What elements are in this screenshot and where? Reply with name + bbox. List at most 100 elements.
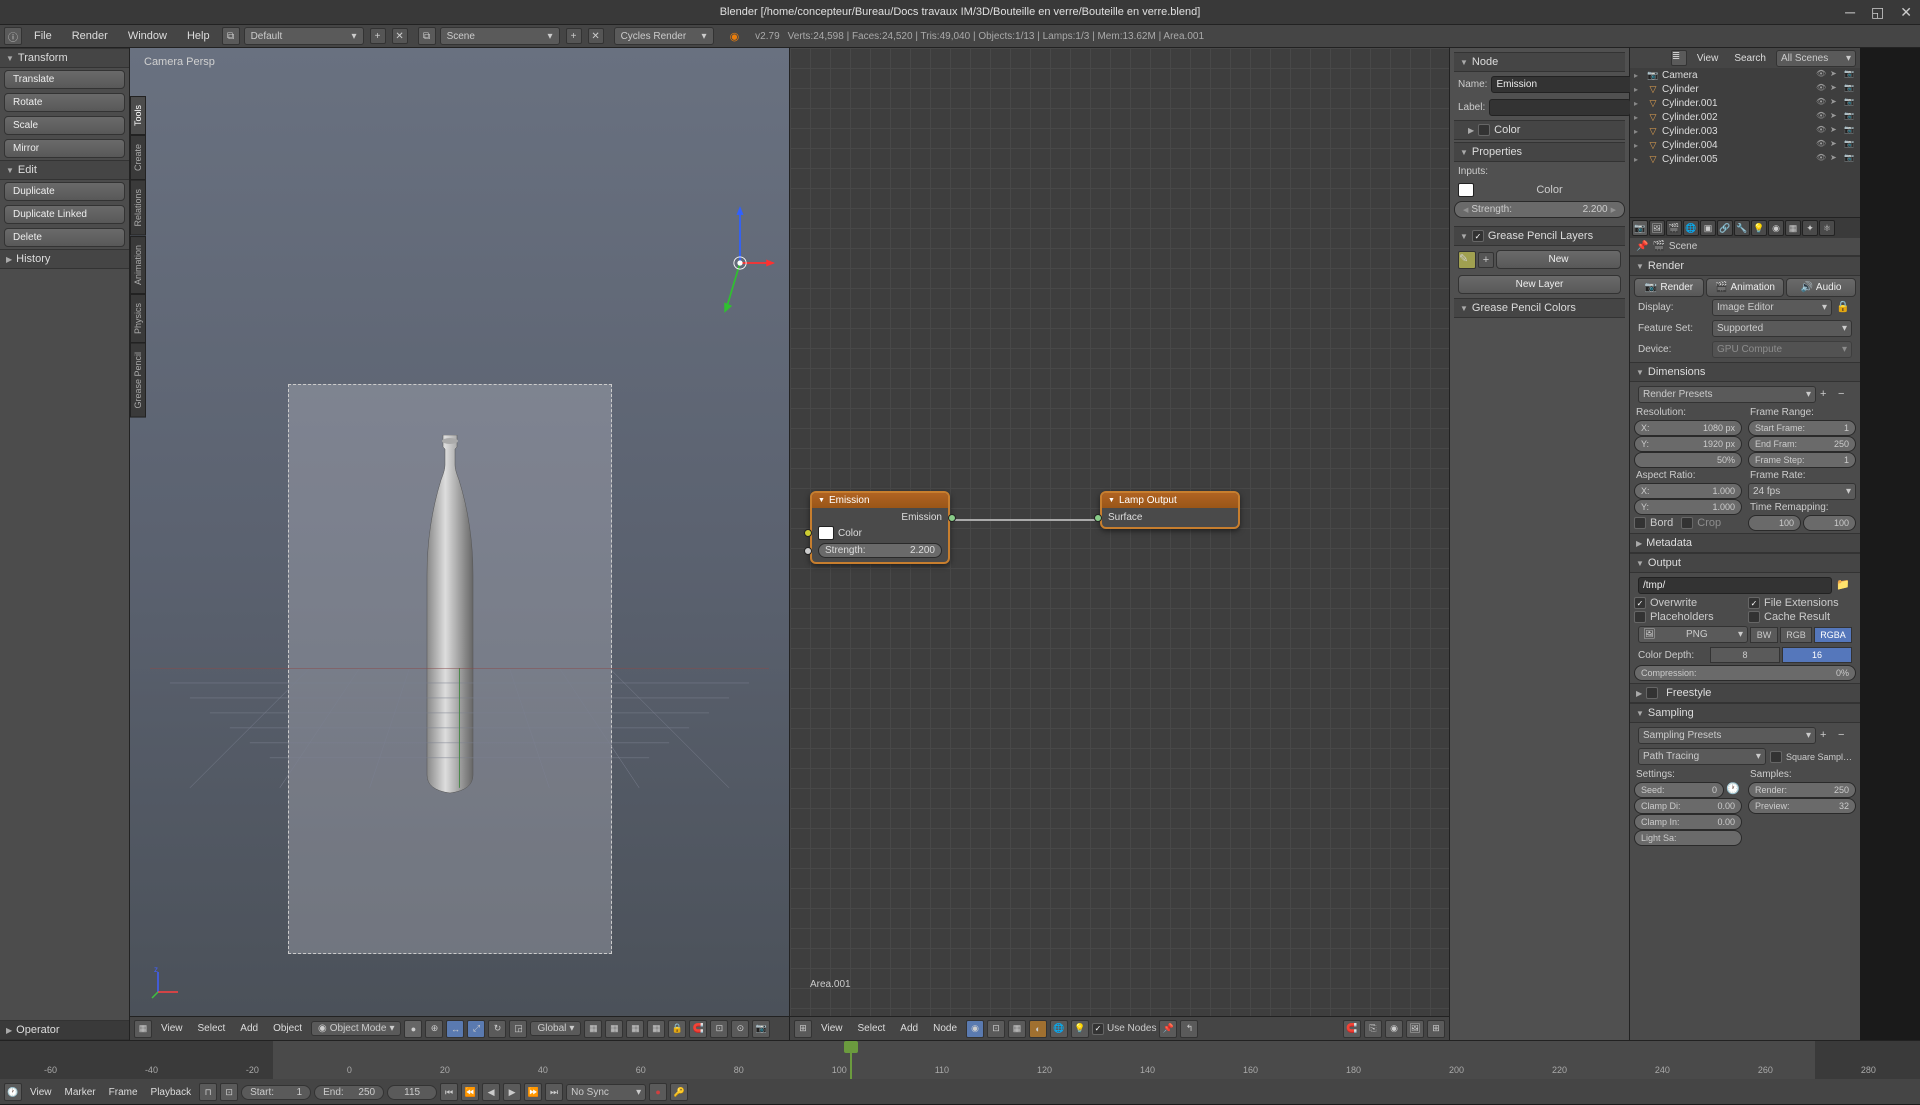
tl-menu-view[interactable]: View [25,1086,57,1099]
outliner-search-menu[interactable]: Search [1728,52,1772,65]
device-dropdown[interactable]: GPU Compute▾ [1712,341,1852,358]
tl-menu-marker[interactable]: Marker [60,1086,101,1099]
proportional-edit-icon[interactable]: ⊙ [731,1020,749,1038]
rgb-button[interactable]: RGB [1780,627,1812,643]
panel-properties[interactable]: Properties [1454,142,1625,162]
surface-input-socket[interactable] [1094,514,1102,522]
delete-layout-icon[interactable]: ✕ [392,28,408,44]
seed-clock-icon[interactable]: 🕐 [1726,782,1742,798]
panel-gp-colors[interactable]: Grease Pencil Colors [1454,298,1625,318]
tab-data-icon[interactable]: 💡 [1751,220,1767,236]
new-layer-button[interactable]: New Layer [1458,275,1621,294]
translate-button[interactable]: Translate [4,70,125,89]
duplicate-linked-button[interactable]: Duplicate Linked [4,205,125,224]
square-samples-checkbox[interactable] [1770,751,1782,763]
tab-object-icon[interactable]: ▣ [1700,220,1716,236]
add-preset-icon[interactable]: + [1820,388,1834,402]
world-data-icon[interactable]: 🌐 [1050,1020,1068,1038]
render-button[interactable]: 📷Render [1634,278,1704,297]
res-x-field[interactable]: X:1080 px [1634,420,1742,436]
node-label-input[interactable] [1489,99,1631,116]
panel-dimensions[interactable]: Dimensions [1630,362,1860,382]
auto-render-icon[interactable]: ◉ [1385,1020,1403,1038]
render-samples-field[interactable]: Render:250 [1748,782,1856,798]
layers-2-icon[interactable]: ▦ [605,1020,623,1038]
tab-tools[interactable]: Tools [130,96,146,135]
eye-icon[interactable]: 👁 [1816,125,1828,137]
eye-icon[interactable]: 👁 [1816,111,1828,123]
outliner-row[interactable]: ▸▽Cylinder.004👁➤📷 [1630,138,1860,152]
tab-render-layers-icon[interactable]: 🖼 [1649,220,1665,236]
new-gp-button[interactable]: New [1496,250,1621,269]
panel-output[interactable]: Output [1630,553,1860,573]
current-frame-field[interactable]: 115 [387,1085,437,1100]
outliner-filter-dropdown[interactable]: All Scenes▾ [1776,50,1856,67]
lock-ui-icon[interactable]: 🔒 [1836,300,1852,316]
fps-dropdown[interactable]: 24 fps▾ [1748,483,1856,500]
vp-menu-object[interactable]: Object [267,1021,308,1036]
editor-type-3dview-icon[interactable]: ▦ [134,1020,152,1038]
maximize-icon[interactable]: ◱ [1871,4,1884,21]
close-icon[interactable]: ✕ [1900,4,1912,21]
snap-icon[interactable]: 🧲 [689,1020,707,1038]
frame-step-field[interactable]: Frame Step:1 [1748,452,1856,468]
backdrop-icon[interactable]: 🖼 [1406,1020,1424,1038]
manipulator-gizmo[interactable] [705,203,775,323]
vp-menu-select[interactable]: Select [192,1021,232,1036]
keyframe-prev-icon[interactable]: ⏪ [461,1083,479,1101]
res-y-field[interactable]: Y:1920 px [1634,436,1742,452]
display-dropdown[interactable]: Image Editor▾ [1712,299,1832,316]
emission-output-socket[interactable] [948,514,956,522]
seed-field[interactable]: Seed:0 [1634,782,1724,798]
sync-dropdown[interactable]: No Sync▾ [566,1084,646,1101]
cursor-icon[interactable]: ➤ [1830,139,1842,151]
feature-set-dropdown[interactable]: Supported▾ [1712,320,1852,337]
tab-constraints-icon[interactable]: 🔗 [1717,220,1733,236]
tab-render-icon[interactable]: 📷 [1632,220,1648,236]
mode-dropdown[interactable]: ◉Object Mode▾ [311,1021,401,1036]
copy-nodes-icon[interactable]: ⎘ [1364,1020,1382,1038]
play-reverse-icon[interactable]: ◀ [482,1083,500,1101]
remove-sampling-preset-icon[interactable]: − [1838,729,1852,743]
tab-create[interactable]: Create [130,135,146,180]
node-lamp-output[interactable]: Lamp Output Surface [1100,491,1240,529]
aspect-x-field[interactable]: X:1.000 [1634,483,1742,499]
clamp-direct-field[interactable]: Clamp Di:0.00 [1634,798,1742,814]
animation-button[interactable]: 🎬Animation [1706,278,1784,297]
outliner-row[interactable]: ▸▽Cylinder.003👁➤📷 [1630,124,1860,138]
jump-start-icon[interactable]: ⏮ [440,1083,458,1101]
manip-scale-icon[interactable]: ◲ [509,1020,527,1038]
tab-world-icon[interactable]: 🌐 [1683,220,1699,236]
lock-camera-icon[interactable]: 🔒 [668,1020,686,1038]
panel-metadata[interactable]: Metadata [1630,533,1860,553]
node-editor[interactable]: Emission Emission Color Strength:2.200 L… [790,48,1450,1040]
tab-grease-pencil[interactable]: Grease Pencil [130,343,146,418]
menu-help[interactable]: Help [179,28,218,44]
panel-freestyle[interactable]: Freestyle [1630,683,1860,703]
tab-relations[interactable]: Relations [130,180,146,236]
input-color-swatch[interactable] [1458,183,1474,197]
camera-restrict-icon[interactable]: 📷 [1844,111,1856,123]
tab-scene-icon[interactable]: 🎬 [1666,220,1682,236]
cursor-icon[interactable]: ➤ [1830,153,1842,165]
light-sampling-field[interactable]: Light Sa: [1634,830,1742,846]
outliner-row[interactable]: ▸▽Cylinder👁➤📷 [1630,82,1860,96]
outliner-view-menu[interactable]: View [1691,52,1725,65]
cursor-icon[interactable]: ➤ [1830,97,1842,109]
tl-menu-playback[interactable]: Playback [146,1086,197,1099]
mirror-button[interactable]: Mirror [4,139,125,158]
go-parent-icon[interactable]: ↰ [1180,1020,1198,1038]
texture-tree-icon[interactable]: ▦ [1008,1020,1026,1038]
timeline-track[interactable]: -60-40-200204060801001101201401601802002… [0,1041,1920,1079]
file-format-dropdown[interactable]: 🖼PNG▾ [1638,626,1748,643]
screen-layout-dropdown[interactable]: Default▾ [244,27,364,45]
menu-window[interactable]: Window [120,28,175,44]
ne-menu-add[interactable]: Add [894,1021,924,1036]
scene-browse-icon[interactable]: ⧉ [418,27,436,45]
camera-restrict-icon[interactable]: 📷 [1844,83,1856,95]
end-frame-field[interactable]: End:250 [314,1085,384,1100]
vp-menu-add[interactable]: Add [234,1021,264,1036]
file-ext-checkbox[interactable]: ✓ [1748,597,1760,609]
camera-restrict-icon[interactable]: 📷 [1844,69,1856,81]
outliner-row[interactable]: ▸▽Cylinder.001👁➤📷 [1630,96,1860,110]
